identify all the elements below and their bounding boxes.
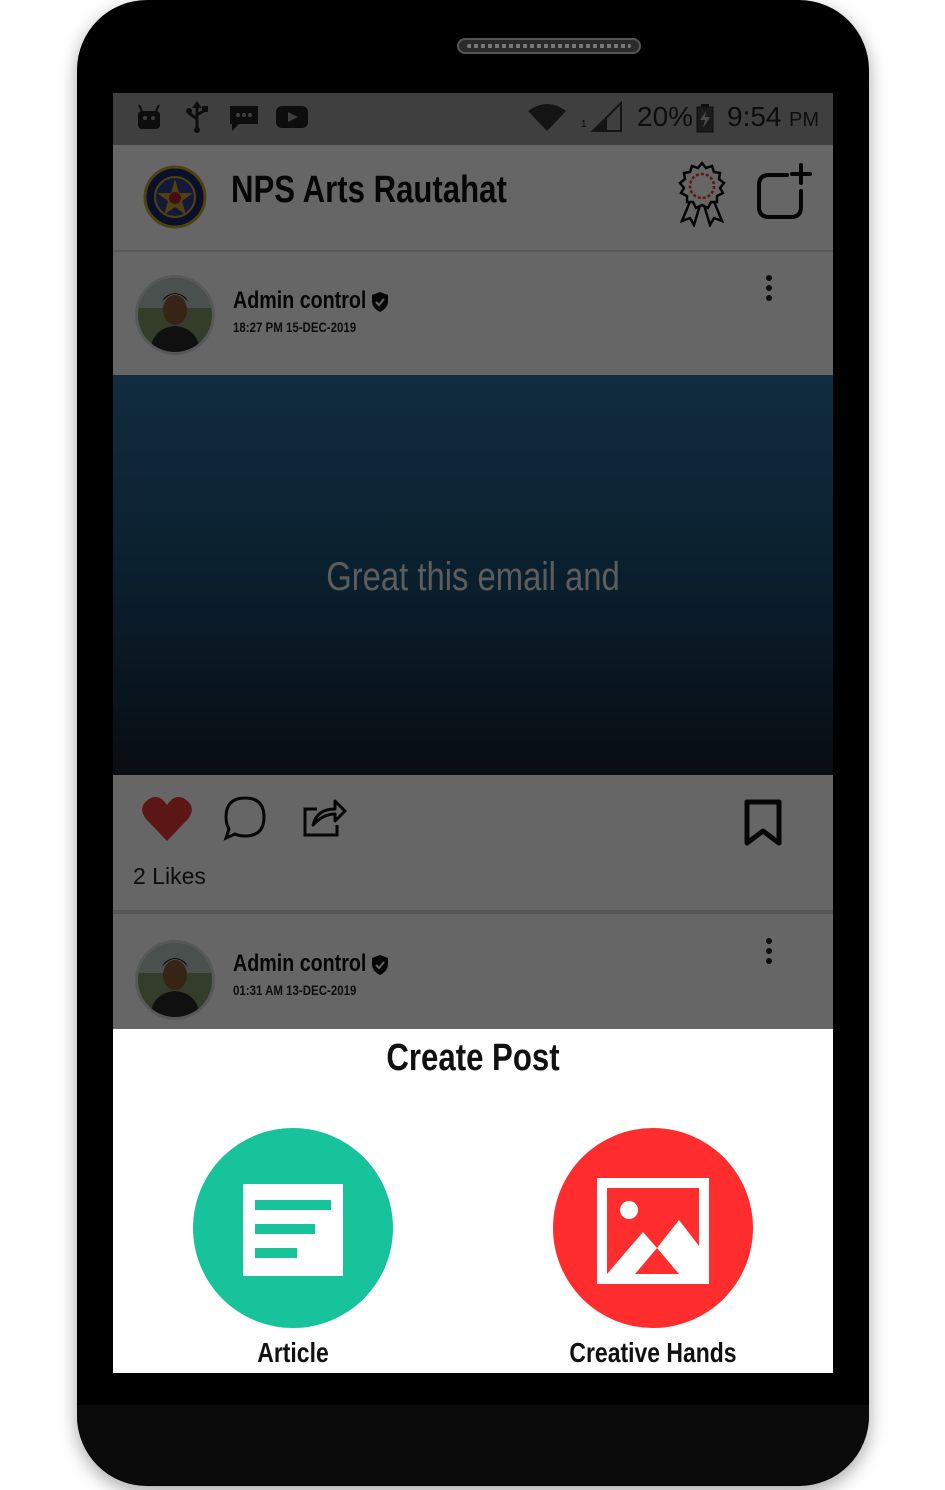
phone-chin — [77, 1405, 869, 1485]
sheet-title: Create Post — [386, 1037, 560, 1079]
image-gallery-icon — [597, 1178, 709, 1284]
avatar[interactable] — [135, 940, 215, 1020]
share-icon[interactable] — [301, 795, 347, 839]
wifi-icon — [528, 104, 566, 131]
user-photo-icon — [138, 943, 212, 1017]
verified-badge-icon — [372, 292, 388, 312]
more-options-icon[interactable] — [761, 936, 777, 968]
post-author-name[interactable]: Admin control — [233, 950, 366, 978]
usb-icon — [186, 101, 208, 133]
article-icon — [243, 1184, 343, 1276]
battery-percent: 20% — [637, 101, 694, 132]
post-author-name[interactable]: Admin control — [233, 287, 366, 315]
post-timestamp: 01:31 AM 13-DEC-2019 — [233, 982, 357, 998]
post-actions-bar: 2 Likes — [113, 775, 833, 910]
youtube-icon — [276, 106, 308, 128]
likes-count[interactable]: 2 Likes — [133, 863, 206, 890]
post-media-text: Great this email and — [326, 555, 620, 599]
award-ribbon-icon[interactable] — [676, 161, 728, 227]
post-media[interactable]: Great this email and — [113, 375, 833, 775]
clock-ampm: PM — [789, 109, 819, 131]
like-heart-icon[interactable] — [141, 795, 193, 843]
screen: 1 20% 9:54 PM NPS Arts Rautahat Admin co… — [113, 93, 833, 1373]
user-photo-icon — [138, 278, 212, 352]
chat-icon — [230, 106, 258, 131]
clock-time: 9:54 — [727, 101, 782, 132]
cellular-signal-icon — [591, 101, 622, 132]
creative-hands-option-button[interactable] — [553, 1128, 753, 1328]
battery-charging-icon — [696, 104, 714, 133]
speaker-grille — [457, 38, 641, 54]
post-timestamp: 18:27 PM 15-DEC-2019 — [233, 319, 357, 335]
status-bar: 1 20% 9:54 PM — [113, 93, 833, 145]
more-options-icon[interactable] — [761, 273, 777, 305]
verified-badge-icon — [372, 955, 388, 975]
app-bar: NPS Arts Rautahat — [113, 145, 833, 252]
article-option-label[interactable]: Article — [186, 1337, 399, 1369]
creative-hands-option-label[interactable]: Creative Hands — [546, 1337, 759, 1369]
bookmark-icon[interactable] — [743, 799, 783, 847]
post-card: Admin control 01:31 AM 13-DEC-2019 — [113, 914, 833, 1029]
android-debug-icon — [138, 104, 160, 129]
comment-icon[interactable] — [223, 795, 267, 841]
signal-sub-label: 1 — [581, 119, 587, 130]
add-post-icon[interactable] — [755, 163, 813, 221]
app-logo-emblem-icon — [143, 165, 207, 229]
create-post-sheet: Create Post Article Creative Hands — [113, 1029, 833, 1373]
avatar[interactable] — [135, 275, 215, 355]
app-title: NPS Arts Rautahat — [231, 169, 507, 211]
article-option-button[interactable] — [193, 1128, 393, 1328]
